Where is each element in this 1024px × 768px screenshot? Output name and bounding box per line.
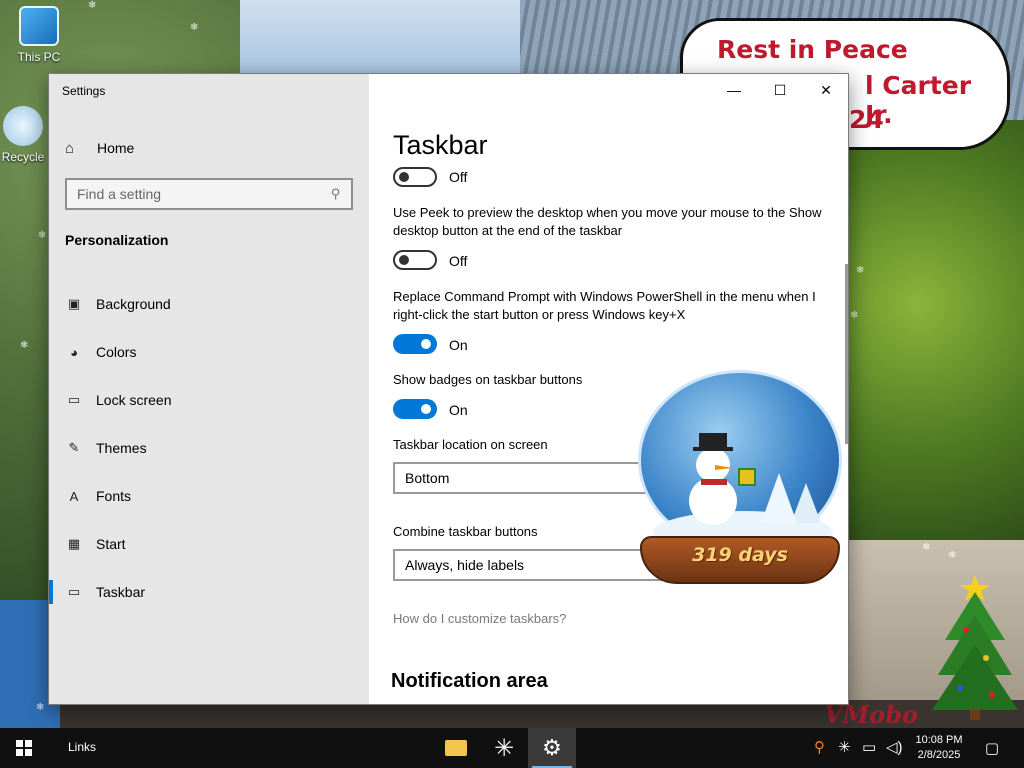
- location-dropdown-value: Bottom: [405, 470, 450, 486]
- peek-toggle[interactable]: [393, 250, 437, 270]
- peek-toggle-state: Off: [449, 253, 468, 269]
- system-clock[interactable]: 10:08 PM 2/8/2025: [912, 733, 966, 763]
- taskbar: Links ✳ ⚙ ⚲ ✳ ▭ ◁) 10:08 PM 2/8/2025 ▢: [0, 728, 1024, 768]
- peek-description: Use Peek to preview the desktop when you…: [393, 205, 822, 238]
- toggle-switch-top[interactable]: [393, 167, 437, 187]
- notification-area-heading: Notification area: [391, 670, 548, 692]
- close-button[interactable]: ✕: [803, 74, 848, 106]
- snow-globe-glass: [638, 370, 842, 555]
- snowflake-icon: ❄: [190, 22, 199, 33]
- sidebar-item-label: Colors: [96, 344, 137, 360]
- scrollbar[interactable]: [845, 264, 848, 444]
- start-button[interactable]: [0, 728, 48, 768]
- sidebar-item-fonts[interactable]: A Fonts: [49, 472, 369, 520]
- sidebar-item-label: Start: [96, 536, 126, 552]
- snowflake-icon: ❄: [88, 0, 97, 11]
- wallpaper-trees-right: [848, 120, 1024, 580]
- snowflake-icon: ❄: [850, 310, 859, 321]
- banner-line-2: l Carter Jr.: [865, 71, 972, 129]
- desktop-icon-label: Recycle: [1, 150, 45, 164]
- powershell-toggle[interactable]: [393, 334, 437, 354]
- snowflake-icon: ❄: [922, 542, 931, 553]
- combine-dropdown-value: Always, hide labels: [405, 557, 525, 573]
- fonts-icon: A: [69, 488, 79, 504]
- clock-time: 10:08 PM: [915, 734, 963, 746]
- computer-icon: [19, 6, 59, 46]
- sidebar-item-label: Background: [96, 296, 171, 312]
- search-tray-icon[interactable]: ⚲: [814, 738, 825, 756]
- themes-icon: ✎: [68, 440, 80, 455]
- folder-icon: [445, 740, 467, 756]
- lock-screen-icon: ▭: [67, 392, 81, 407]
- snowflake-icon: ✳: [493, 734, 515, 762]
- taskbar-app-settings[interactable]: ⚙: [528, 728, 576, 768]
- links-toolbar[interactable]: Links: [68, 740, 96, 754]
- image-icon: ▣: [67, 296, 81, 311]
- volume-icon[interactable]: ◁): [886, 738, 903, 756]
- sidebar-item-label: Taskbar: [96, 584, 146, 600]
- taskbar-app-snowflake[interactable]: ✳: [480, 728, 528, 768]
- snowflake-icon: ❄: [36, 702, 45, 713]
- taskbar-icon: ▭: [67, 584, 81, 599]
- maximize-button[interactable]: ☐: [757, 74, 803, 106]
- search-icon: ⚲: [331, 186, 341, 201]
- sidebar-nav: ▣ Background ◕ Colors ▭ Lock screen ✎ Th…: [49, 280, 369, 616]
- days-counter: 319 days: [692, 544, 788, 566]
- snowflake-icon: ❄: [856, 265, 865, 276]
- window-title: Settings: [62, 84, 106, 98]
- taskbar-app-file-explorer[interactable]: [432, 728, 480, 768]
- search-input[interactable]: [77, 186, 332, 202]
- sidebar-item-label: Lock screen: [96, 392, 172, 408]
- snowflake-icon: ❄: [38, 230, 47, 241]
- snow-globe-gadget[interactable]: 319 days: [610, 370, 845, 595]
- clock-date: 2/8/2025: [917, 749, 961, 761]
- sidebar-item-label: Fonts: [96, 488, 132, 504]
- powershell-description: Replace Command Prompt with Windows Powe…: [393, 289, 816, 322]
- section-label: Personalization: [65, 232, 169, 248]
- powershell-toggle-state: On: [449, 337, 468, 353]
- sidebar-item-themes[interactable]: ✎ Themes: [49, 424, 369, 472]
- sidebar-item-taskbar[interactable]: ▭ Taskbar: [49, 568, 369, 616]
- banner-line-3: 24: [849, 105, 884, 134]
- christmas-tree-icon: [932, 575, 1018, 720]
- badges-toggle-state: On: [449, 402, 468, 418]
- page-title: Taskbar: [393, 130, 488, 160]
- recycle-bin-icon: [3, 106, 43, 146]
- toggle-state: Off: [449, 169, 468, 185]
- snowflake-icon: ❄: [20, 340, 29, 351]
- action-center-icon[interactable]: ▢: [980, 736, 1004, 760]
- network-icon[interactable]: ▭: [862, 738, 876, 756]
- desktop-icon-label: This PC: [17, 50, 61, 64]
- settings-sidebar: Settings ⌂ Home ⚲ Personalization ▣ Back…: [49, 74, 369, 704]
- gear-icon: ⚙: [542, 735, 562, 760]
- sidebar-item-background[interactable]: ▣ Background: [49, 280, 369, 328]
- home-icon: ⌂: [65, 139, 75, 157]
- windows-logo-icon: [16, 740, 32, 756]
- sidebar-item-lock-screen[interactable]: ▭ Lock screen: [49, 376, 369, 424]
- desktop-icon-this-pc[interactable]: This PC: [2, 6, 76, 64]
- minimize-button[interactable]: —: [711, 74, 757, 106]
- search-box[interactable]: ⚲: [65, 178, 353, 210]
- sidebar-item-colors[interactable]: ◕ Colors: [49, 328, 369, 376]
- snowflake-icon: ❄: [948, 550, 957, 561]
- sidebar-item-start[interactable]: ▦ Start: [49, 520, 369, 568]
- banner-line-1: Rest in Peace: [717, 35, 908, 64]
- snowman-icon: [653, 433, 833, 555]
- help-link[interactable]: How do I customize taskbars?: [393, 611, 566, 626]
- palette-icon: ◕: [70, 344, 78, 360]
- sidebar-item-label: Themes: [96, 440, 147, 456]
- badges-toggle[interactable]: [393, 399, 437, 419]
- start-icon: ▦: [67, 536, 81, 551]
- snowflake-tray-icon[interactable]: ✳: [838, 738, 851, 756]
- sidebar-home[interactable]: ⌂ Home: [65, 138, 355, 158]
- sidebar-home-label: Home: [97, 140, 135, 156]
